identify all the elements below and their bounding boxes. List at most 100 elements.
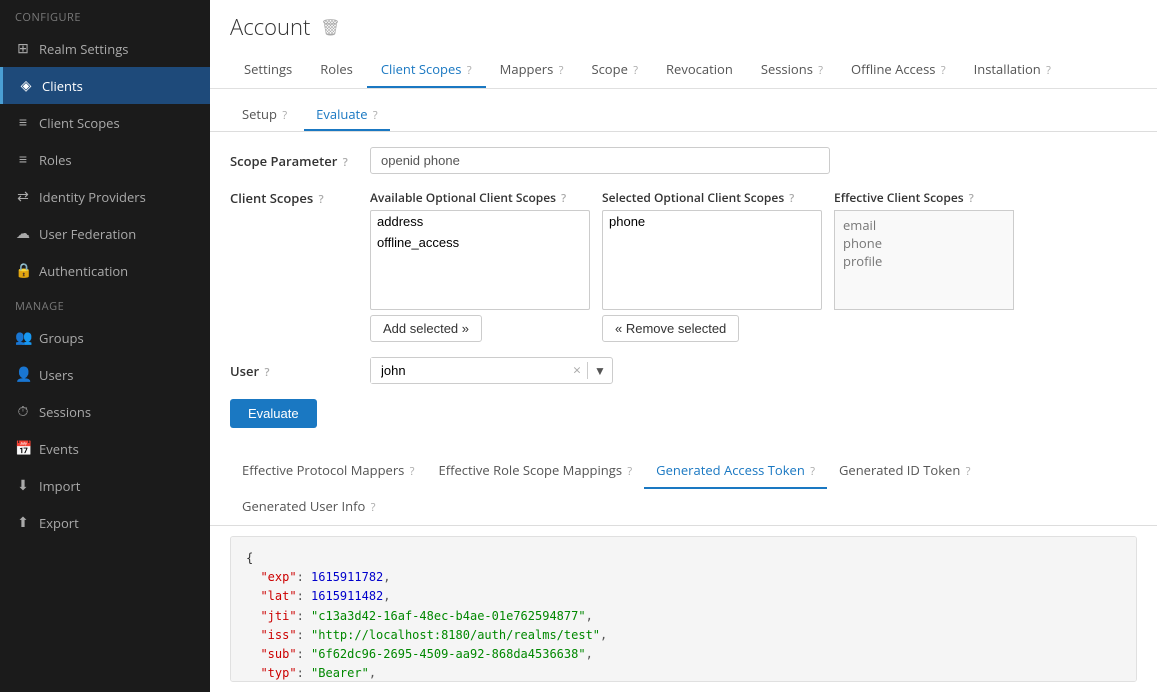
sidebar-item-events[interactable]: 📅 Events bbox=[0, 430, 210, 467]
sidebar-item-label: Client Scopes bbox=[39, 114, 120, 132]
list-item[interactable]: address bbox=[371, 211, 589, 232]
sidebar-item-label: Sessions bbox=[39, 403, 91, 421]
sub-tab-setup[interactable]: Setup ? bbox=[230, 99, 299, 131]
identity-providers-icon: ⇄ bbox=[15, 187, 31, 206]
tab-scope[interactable]: Scope ? bbox=[577, 52, 652, 88]
effective-col: Effective Client Scopes ? email phone pr… bbox=[834, 189, 1014, 310]
user-input[interactable] bbox=[371, 358, 567, 383]
offline-help-icon[interactable]: ? bbox=[941, 63, 946, 78]
client-scopes-help-icon[interactable]: ? bbox=[467, 63, 472, 78]
sub-tab-evaluate[interactable]: Evaluate ? bbox=[304, 99, 390, 131]
groups-icon: 👥 bbox=[15, 328, 31, 347]
sidebar-item-label: Import bbox=[39, 477, 80, 495]
bottom-tab-protocol-mappers[interactable]: Effective Protocol Mappers ? bbox=[230, 453, 426, 489]
remove-selected-button[interactable]: « Remove selected bbox=[602, 315, 739, 342]
role-scope-help-icon[interactable]: ? bbox=[627, 464, 632, 479]
tab-sessions[interactable]: Sessions ? bbox=[747, 52, 837, 88]
mappers-help-icon[interactable]: ? bbox=[559, 63, 564, 78]
list-item: profile bbox=[843, 252, 1005, 270]
sidebar-item-label: User Federation bbox=[39, 225, 136, 243]
sidebar-item-export[interactable]: ⬆ Export bbox=[0, 504, 210, 541]
sidebar-item-authentication[interactable]: 🔒 Authentication bbox=[0, 252, 210, 289]
main-content: Account 🗑 Settings Roles Client Scopes ?… bbox=[210, 0, 1157, 692]
selected-help-icon[interactable]: ? bbox=[789, 191, 794, 206]
available-optional-label: Available Optional Client Scopes ? bbox=[370, 189, 590, 206]
tab-roles[interactable]: Roles bbox=[306, 52, 367, 88]
users-icon: 👤 bbox=[15, 365, 31, 384]
tab-mappers[interactable]: Mappers ? bbox=[486, 52, 578, 88]
sidebar-item-groups[interactable]: 👥 Groups bbox=[0, 319, 210, 356]
main-tabs: Settings Roles Client Scopes ? Mappers ?… bbox=[230, 52, 1137, 88]
sidebar-item-label: Export bbox=[39, 514, 79, 532]
scope-parameter-row: Scope Parameter ? bbox=[230, 147, 1137, 174]
client-scopes-icon: ≡ bbox=[15, 113, 31, 132]
sidebar-item-client-scopes[interactable]: ≡ Client Scopes bbox=[0, 104, 210, 141]
dropdown-icon[interactable]: ▼ bbox=[587, 362, 612, 379]
bottom-tabs: Effective Protocol Mappers ? Effective R… bbox=[210, 453, 1157, 526]
selected-optional-list[interactable]: phone bbox=[602, 210, 822, 310]
scope-parameter-input[interactable] bbox=[370, 147, 830, 174]
tab-revocation[interactable]: Revocation bbox=[652, 52, 747, 88]
sidebar-item-import[interactable]: ⬇ Import bbox=[0, 467, 210, 504]
scope-help-icon[interactable]: ? bbox=[633, 63, 638, 78]
page-title: Account bbox=[230, 12, 310, 42]
setup-help-icon[interactable]: ? bbox=[282, 108, 287, 123]
import-icon: ⬇ bbox=[15, 476, 31, 495]
sidebar-item-label: Users bbox=[39, 366, 73, 384]
list-item[interactable]: phone bbox=[603, 211, 821, 232]
sessions-help-icon[interactable]: ? bbox=[818, 63, 823, 78]
available-optional-list[interactable]: address offline_access bbox=[370, 210, 590, 310]
sidebar-item-label: Groups bbox=[39, 329, 84, 347]
available-optional-col: Available Optional Client Scopes ? addre… bbox=[370, 189, 590, 342]
scope-parameter-label: Scope Parameter ? bbox=[230, 147, 360, 170]
sidebar-item-identity-providers[interactable]: ⇄ Identity Providers bbox=[0, 178, 210, 215]
list-item[interactable]: offline_access bbox=[371, 232, 589, 253]
sidebar-item-label: Authentication bbox=[39, 262, 128, 280]
scope-param-help-icon[interactable]: ? bbox=[343, 155, 348, 170]
evaluate-button[interactable]: Evaluate bbox=[230, 399, 317, 428]
realm-settings-icon: ⊞ bbox=[15, 39, 31, 58]
bottom-tab-generated-id[interactable]: Generated ID Token ? bbox=[827, 453, 983, 489]
roles-icon: ≡ bbox=[15, 150, 31, 169]
bottom-tab-role-scope[interactable]: Effective Role Scope Mappings ? bbox=[426, 453, 644, 489]
tab-client-scopes[interactable]: Client Scopes ? bbox=[367, 52, 486, 88]
effective-label: Effective Client Scopes ? bbox=[834, 189, 1014, 206]
evaluate-button-row: Evaluate bbox=[230, 399, 1137, 428]
tab-installation[interactable]: Installation ? bbox=[960, 52, 1065, 88]
sub-tabs: Setup ? Evaluate ? bbox=[210, 89, 1157, 132]
clear-user-icon[interactable]: × bbox=[567, 361, 587, 380]
id-token-help-icon[interactable]: ? bbox=[966, 464, 971, 479]
sidebar-item-sessions[interactable]: ⏱ Sessions bbox=[0, 393, 210, 430]
tab-settings[interactable]: Settings bbox=[230, 52, 306, 88]
user-row: User ? × ▼ bbox=[230, 357, 1137, 384]
sidebar-item-user-federation[interactable]: ☁ User Federation bbox=[0, 215, 210, 252]
install-help-icon[interactable]: ? bbox=[1046, 63, 1051, 78]
client-scopes-field-help-icon[interactable]: ? bbox=[319, 192, 324, 207]
sidebar-item-label: Identity Providers bbox=[39, 188, 146, 206]
selected-optional-col: Selected Optional Client Scopes ? phone … bbox=[602, 189, 822, 342]
export-icon: ⬆ bbox=[15, 513, 31, 532]
available-help-icon[interactable]: ? bbox=[561, 191, 566, 206]
sidebar-item-label: Realm Settings bbox=[39, 40, 128, 58]
effective-help-icon[interactable]: ? bbox=[969, 191, 974, 206]
bottom-tab-user-info[interactable]: Generated User Info ? bbox=[230, 489, 387, 525]
sidebar-item-roles[interactable]: ≡ Roles bbox=[0, 141, 210, 178]
user-help-icon[interactable]: ? bbox=[264, 365, 269, 380]
sidebar-item-clients[interactable]: ◈ Clients bbox=[0, 67, 210, 104]
sidebar-item-users[interactable]: 👤 Users bbox=[0, 356, 210, 393]
add-selected-button[interactable]: Add selected » bbox=[370, 315, 482, 342]
user-info-help-icon[interactable]: ? bbox=[371, 500, 376, 515]
sessions-icon: ⏱ bbox=[15, 402, 31, 421]
bottom-tab-generated-access[interactable]: Generated Access Token ? bbox=[644, 453, 827, 489]
access-token-help-icon[interactable]: ? bbox=[810, 464, 815, 479]
delete-icon[interactable]: 🗑 bbox=[320, 16, 340, 38]
selected-optional-label: Selected Optional Client Scopes ? bbox=[602, 189, 822, 206]
user-input-wrap: × ▼ bbox=[370, 357, 613, 384]
evaluate-help-icon[interactable]: ? bbox=[373, 108, 378, 123]
protocol-help-icon[interactable]: ? bbox=[410, 464, 415, 479]
sidebar-item-label: Clients bbox=[42, 77, 83, 95]
sidebar-item-realm-settings[interactable]: ⊞ Realm Settings bbox=[0, 30, 210, 67]
sidebar: Configure ⊞ Realm Settings ◈ Clients ≡ C… bbox=[0, 0, 210, 692]
tab-offline-access[interactable]: Offline Access ? bbox=[837, 52, 960, 88]
configure-section-label: Configure bbox=[0, 0, 210, 30]
